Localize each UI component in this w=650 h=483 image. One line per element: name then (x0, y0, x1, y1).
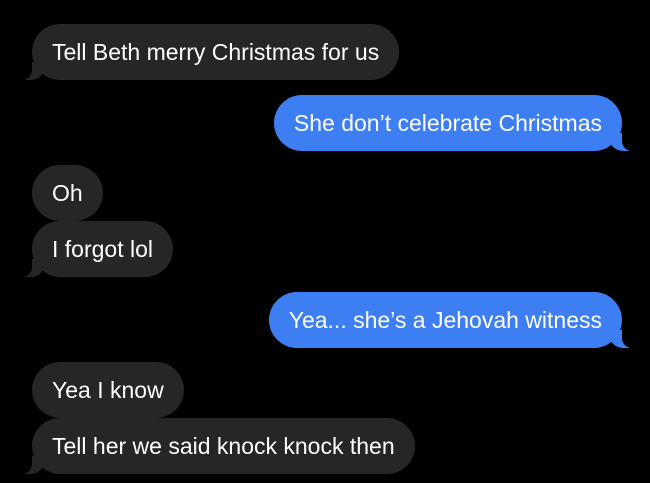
message-text: Tell Beth merry Christmas for us (52, 39, 380, 65)
message-text: She don’t celebrate Christmas (293, 110, 602, 136)
incoming-message-bubble[interactable]: Tell Beth merry Christmas for us (17, 24, 400, 80)
incoming-message-bubble[interactable]: Yea I know (32, 362, 184, 418)
incoming-message-bubble[interactable]: Oh (32, 165, 103, 221)
message-text: Yea I know (52, 377, 164, 403)
incoming-message-bubble[interactable]: Tell her we said knock knock then (18, 418, 415, 474)
message-text: Yea... she’s a Jehovah witness (288, 307, 602, 333)
message-text: Oh (52, 180, 83, 206)
outgoing-message-bubble[interactable]: Yea... she’s a Jehovah witness (268, 292, 637, 348)
incoming-message-bubble[interactable]: I forgot lol (18, 221, 173, 277)
message-thread: Tell Beth merry Christmas for us She don… (0, 0, 650, 483)
outgoing-message-bubble[interactable]: She don’t celebrate Christmas (273, 95, 637, 151)
message-text: Tell her we said knock knock then (52, 433, 395, 459)
message-text: I forgot lol (52, 236, 153, 262)
